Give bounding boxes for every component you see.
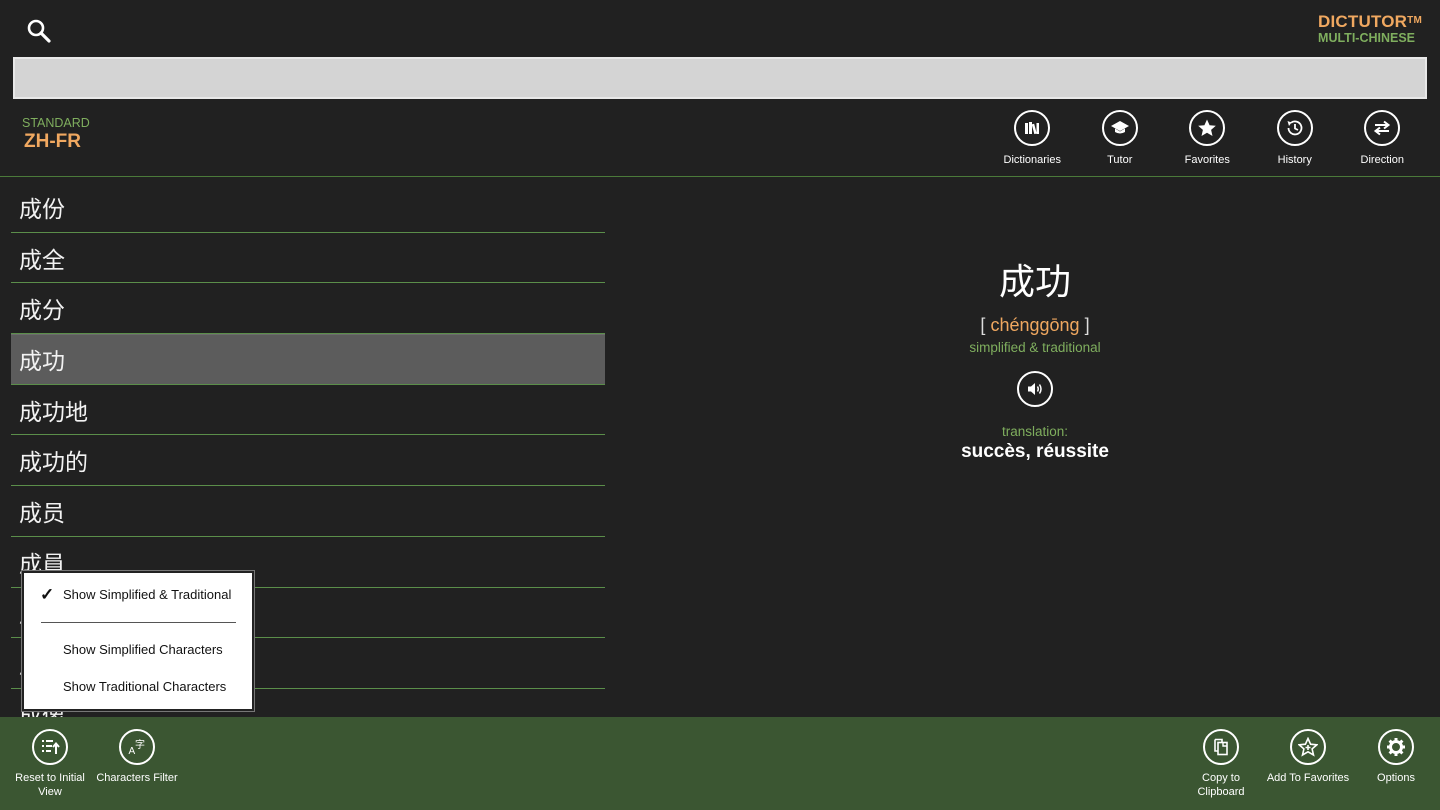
favorites-button[interactable]: Favorites xyxy=(1164,110,1252,166)
star-add-icon xyxy=(1290,729,1326,765)
word-detail: 成功 [ chénggōng ] simplified & traditiona… xyxy=(735,255,1335,463)
dictionaries-button[interactable]: Dictionaries xyxy=(989,110,1077,166)
list-item-selected[interactable]: 成功 xyxy=(11,334,605,385)
search-input[interactable] xyxy=(15,59,1425,97)
reset-view-button[interactable]: Reset to Initial View xyxy=(5,729,95,799)
bottom-button-label: Copy to Clipboard xyxy=(1197,772,1245,798)
top-nav: Dictionaries Tutor Favorites History Dir… xyxy=(989,110,1427,166)
reset-list-icon xyxy=(32,729,68,765)
checkmark-icon: ✓ xyxy=(40,585,55,604)
characters-filter-menu: ✓ Show Simplified & Traditional Show Sim… xyxy=(22,571,254,711)
top-bar: DICTUTORTM MULTI-CHINESE xyxy=(0,0,1440,56)
detail-word: 成功 xyxy=(998,262,1071,303)
pinyin-text: chénggōng xyxy=(990,315,1080,335)
history-button[interactable]: History xyxy=(1251,110,1339,166)
star-icon xyxy=(1189,110,1226,146)
bottom-button-label: Reset to Initial View xyxy=(15,772,85,798)
bottom-button-label: Characters Filter xyxy=(96,772,178,784)
menu-separator xyxy=(41,622,236,623)
nav-label: Direction xyxy=(1360,154,1404,166)
characters-filter-icon: A字 xyxy=(119,729,155,765)
dictionary-edition: STANDARD xyxy=(22,116,90,130)
menu-item-simplified[interactable]: Show Simplified Characters xyxy=(24,642,252,657)
brand-subtitle: MULTI-CHINESE xyxy=(1318,31,1416,45)
nav-label: Tutor xyxy=(1107,154,1133,166)
bracket-open: [ xyxy=(980,315,986,335)
menu-item-label: Show Traditional Characters xyxy=(63,679,227,694)
clock-history-icon xyxy=(1276,110,1313,146)
translation-text: succès, réussite xyxy=(961,441,1109,462)
dictionary-label: STANDARD ZH-FR xyxy=(22,116,90,154)
pinyin: [ chénggōng ] xyxy=(735,315,1335,336)
copy-clipboard-button[interactable]: Copy to Clipboard xyxy=(1176,729,1266,799)
swap-arrows-icon xyxy=(1364,110,1401,146)
list-item[interactable]: 成分 xyxy=(11,283,605,335)
list-item[interactable]: 成功的 xyxy=(11,435,605,487)
nav-label: Dictionaries xyxy=(1003,154,1061,166)
list-item[interactable]: 成份 xyxy=(11,182,605,233)
character-variant: simplified & traditional xyxy=(969,340,1101,355)
menu-item-simplified-traditional[interactable]: ✓ Show Simplified & Traditional xyxy=(24,585,252,604)
speaker-icon xyxy=(1028,383,1042,395)
options-button[interactable]: Options xyxy=(1351,729,1440,786)
menu-item-label: Show Simplified Characters xyxy=(63,642,223,657)
nav-label: Favorites xyxy=(1184,154,1230,166)
brand-title: DICTUTORTM xyxy=(1318,12,1422,31)
direction-button[interactable]: Direction xyxy=(1339,110,1427,166)
menu-item-label: Show Simplified & Traditional xyxy=(63,587,232,602)
menu-item-traditional[interactable]: Show Traditional Characters xyxy=(24,679,252,694)
bottom-app-bar: Reset to Initial View A字 Characters Filt… xyxy=(0,717,1440,810)
app-brand: DICTUTORTM MULTI-CHINESE xyxy=(1318,12,1422,46)
list-item[interactable]: 成功地 xyxy=(11,385,605,436)
search-icon[interactable] xyxy=(26,18,52,44)
gear-icon xyxy=(1378,729,1414,765)
graduation-cap-icon xyxy=(1101,110,1138,146)
translation-label: translation: xyxy=(1001,424,1069,439)
books-icon xyxy=(1014,110,1051,146)
add-to-favorites-button[interactable]: Add To Favorites xyxy=(1263,729,1353,786)
svg-text:字: 字 xyxy=(135,738,145,751)
bottom-button-label: Add To Favorites xyxy=(1266,772,1350,784)
bottom-button-label: Options xyxy=(1377,772,1415,784)
bracket-close: ] xyxy=(1084,315,1090,335)
tutor-button[interactable]: Tutor xyxy=(1076,110,1164,166)
dictionary-pair: ZH-FR xyxy=(24,131,81,152)
list-item[interactable]: 成员 xyxy=(11,486,605,537)
copy-icon xyxy=(1203,729,1239,765)
list-item[interactable]: 成全 xyxy=(11,233,605,284)
characters-filter-button[interactable]: A字 Characters Filter xyxy=(92,729,182,786)
search-box[interactable] xyxy=(13,57,1427,99)
speaker-button[interactable] xyxy=(1017,371,1053,407)
header-divider xyxy=(0,176,1440,177)
nav-label: History xyxy=(1277,154,1312,166)
